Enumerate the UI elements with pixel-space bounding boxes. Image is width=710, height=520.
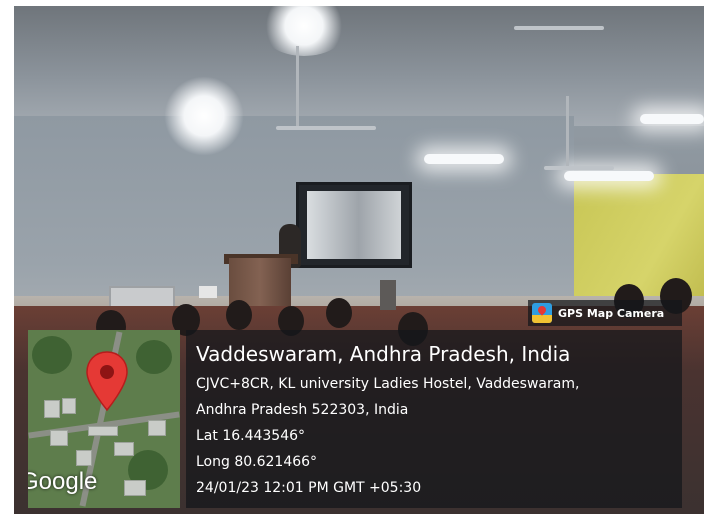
tube-light — [640, 114, 704, 124]
location-title: Vaddeswaram, Andhra Pradesh, India — [196, 342, 571, 366]
badge-label: GPS Map Camera — [558, 306, 665, 320]
ceiling-fan — [514, 26, 604, 30]
gps-map-camera-badge: GPS Map Camera — [528, 300, 682, 326]
audience-head — [226, 300, 252, 330]
location-marker-icon — [86, 351, 128, 412]
audience-head — [326, 298, 352, 328]
address-line-1: CJVC+8CR, KL university Ladies Hostel, V… — [196, 376, 580, 392]
address-line-2: Andhra Pradesh 522303, India — [196, 402, 409, 418]
longitude: Long 80.621466° — [196, 454, 318, 470]
map-thumbnail: Google — [28, 330, 180, 508]
timestamp: 24/01/23 12:01 PM GMT +05:30 — [196, 480, 422, 496]
ceiling-fan — [276, 126, 376, 130]
front-wall — [14, 116, 574, 326]
fan-rod — [566, 96, 569, 166]
google-logo: Google — [28, 468, 98, 495]
location-info-panel: Vaddeswaram, Andhra Pradesh, India CJVC+… — [186, 330, 682, 508]
tube-light — [564, 171, 654, 181]
fan-rod — [296, 46, 299, 126]
ceiling — [14, 6, 704, 126]
latitude: Lat 16.443546° — [196, 428, 306, 444]
wall-switch — [199, 286, 217, 298]
display-screen — [296, 182, 412, 268]
ceiling-light — [164, 76, 244, 156]
chair — [380, 280, 396, 310]
gps-map-camera-icon — [532, 303, 552, 323]
ceiling-fan — [544, 166, 614, 170]
tube-light — [424, 154, 504, 164]
